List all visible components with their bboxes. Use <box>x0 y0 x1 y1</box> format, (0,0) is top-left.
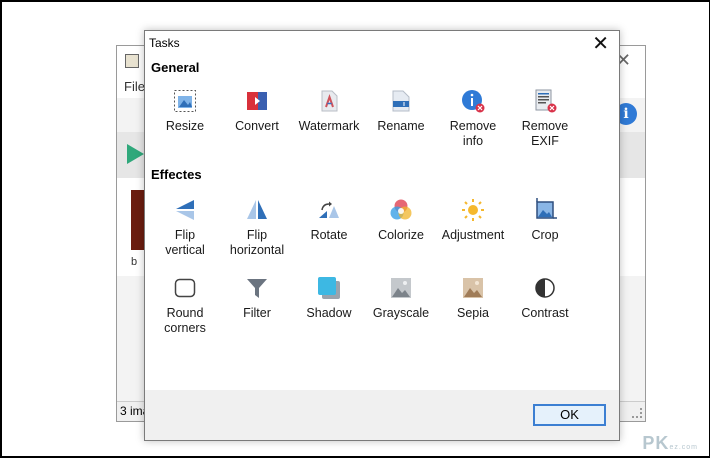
task-shadow[interactable]: Shadow <box>293 276 365 346</box>
task-adjustment[interactable]: Adjustment <box>437 198 509 268</box>
dialog-close-button[interactable]: ✕ <box>592 33 609 55</box>
tasks-dialog: Tasks ✕ General Resize Convert Watermark… <box>144 30 620 441</box>
filter-icon <box>247 279 267 298</box>
shadow-icon <box>318 277 340 299</box>
round-corners-icon <box>174 278 196 298</box>
adjustment-icon <box>462 199 484 221</box>
task-flip-vertical[interactable]: Flip vertical <box>149 198 221 268</box>
task-label: Remove EXIF <box>521 119 569 148</box>
flip-vertical-icon <box>176 200 194 220</box>
task-filter[interactable]: Filter <box>221 276 293 346</box>
task-rotate[interactable]: Rotate <box>293 198 365 268</box>
task-remove-info[interactable]: Remove info <box>437 89 509 159</box>
task-label: Flip vertical <box>165 228 205 257</box>
task-rename[interactable]: Rename <box>365 89 437 159</box>
colorize-icon <box>390 199 412 220</box>
task-colorize[interactable]: Colorize <box>365 198 437 268</box>
sepia-icon <box>463 278 483 298</box>
section-title-general: General <box>151 60 200 75</box>
task-convert[interactable]: Convert <box>221 89 293 159</box>
app-icon <box>125 54 139 68</box>
ok-button[interactable]: OK <box>533 404 606 426</box>
task-label: Remove info <box>449 119 497 148</box>
menu-file[interactable]: File <box>124 79 145 94</box>
watermark-subtext: ez.com <box>669 444 698 451</box>
watermark-icon <box>321 90 338 112</box>
task-grayscale[interactable]: Grayscale <box>365 276 437 346</box>
dialog-footer: OK <box>145 390 619 440</box>
task-sepia[interactable]: Sepia <box>437 276 509 346</box>
rename-icon <box>392 90 410 112</box>
task-label: Contrast <box>521 306 569 320</box>
task-label: Sepia <box>457 306 489 320</box>
task-row: Round corners Filter Shadow Grayscale Se… <box>149 276 589 346</box>
resize-grip-icon[interactable] <box>632 408 642 418</box>
remove-exif-icon <box>535 89 557 113</box>
task-row: Flip vertical Flip horizontal Rotate Col… <box>149 198 589 268</box>
task-resize[interactable]: Resize <box>149 89 221 159</box>
task-row: Resize Convert Watermark Rename Remove i… <box>149 89 589 159</box>
task-label: Flip horizontal <box>229 228 285 257</box>
dialog-title: Tasks <box>149 36 180 50</box>
task-label: Resize <box>165 119 205 133</box>
task-label: Crop <box>531 228 559 242</box>
task-label: Grayscale <box>372 306 430 320</box>
task-label: Filter <box>243 306 271 320</box>
crop-icon <box>536 198 557 219</box>
contrast-icon <box>535 278 555 298</box>
task-label: Watermark <box>298 119 360 133</box>
image-thumbnail[interactable] <box>131 190 145 250</box>
remove-info-icon <box>462 90 485 113</box>
section-title-effects: Effectes <box>151 167 202 182</box>
rotate-icon <box>319 201 339 218</box>
play-icon[interactable] <box>127 144 144 164</box>
resize-icon <box>174 90 196 112</box>
task-label: Round corners <box>164 306 206 335</box>
task-label: Rename <box>377 119 425 133</box>
flip-horizontal-icon <box>247 200 267 219</box>
task-label: Shadow <box>306 306 352 320</box>
watermark-logo: PKez.com <box>642 433 698 454</box>
task-label: Convert <box>235 119 279 133</box>
task-round-corners[interactable]: Round corners <box>149 276 221 346</box>
task-contrast[interactable]: Contrast <box>509 276 581 346</box>
task-watermark[interactable]: Watermark <box>293 89 365 159</box>
task-label: Rotate <box>310 228 348 242</box>
convert-icon <box>247 92 267 110</box>
task-remove-exif[interactable]: Remove EXIF <box>509 89 581 159</box>
task-flip-horizontal[interactable]: Flip horizontal <box>221 198 293 268</box>
watermark-text: PK <box>642 433 670 453</box>
thumbnail-caption: b <box>131 256 138 268</box>
task-label: Adjustment <box>441 228 505 242</box>
task-crop[interactable]: Crop <box>509 198 581 268</box>
task-label: Colorize <box>378 228 424 242</box>
grayscale-icon <box>391 278 411 298</box>
